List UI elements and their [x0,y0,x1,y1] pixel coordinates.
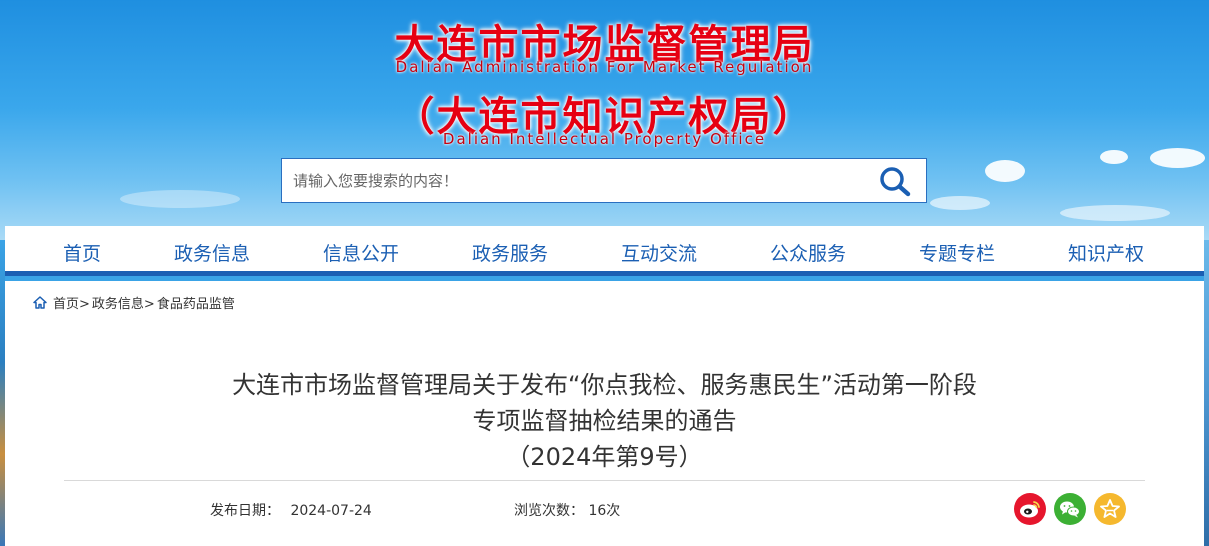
site-subtitle-en: Dalian Intellectual Property Office [442,130,767,148]
article-panel: 首页> 政务信息> 食品药品监管 大连市市场监督管理局关于发布“你点我检、服务惠… [5,281,1204,546]
star-icon [1100,499,1120,518]
share-weibo-button[interactable] [1014,493,1046,525]
share-wechat-button[interactable] [1054,493,1086,525]
nav-item-intellectual-property[interactable]: 知识产权 [1068,239,1144,266]
article-title-line1: 大连市市场监督管理局关于发布“你点我检、服务惠民生”活动第一阶段 [232,371,977,399]
publish-date-value: 2024-07-24 [290,503,372,519]
nav-item-special-topics[interactable]: 专题专栏 [919,239,995,266]
site-title-en: Dalian Administration For Market Regulat… [395,58,814,76]
nav-item-government-info[interactable]: 政务信息 [174,239,250,266]
nav-item-info-disclosure[interactable]: 信息公开 [323,239,399,266]
breadcrumb-food-drug[interactable]: 食品药品监管 [157,293,235,312]
title-divider [64,480,1145,481]
article-title-line2: 专项监督抽检结果的通告 [472,407,737,435]
search-icon [880,167,911,197]
favorite-button[interactable] [1094,493,1126,525]
search-input[interactable] [282,159,862,202]
nav-item-home[interactable]: 首页 [63,239,101,266]
publish-date: 发布日期： 2024-07-24 [210,500,372,520]
search-button[interactable] [878,165,912,197]
article-title: 大连市市场监督管理局关于发布“你点我检、服务惠民生”活动第一阶段 专项监督抽检结… [5,367,1204,475]
wechat-icon [1060,501,1080,518]
publish-date-label: 发布日期： [210,503,280,519]
breadcrumb-government-info[interactable]: 政务信息> [92,293,155,312]
background-strip-right [1204,240,1209,546]
view-count: 浏览次数： 16次 [514,500,620,520]
breadcrumb-home[interactable]: 首页> [53,293,90,312]
search-bar [281,158,927,203]
breadcrumb: 首页> 政务信息> 食品药品监管 [33,293,237,312]
home-icon [33,296,47,309]
article-title-line3: （2024年第9号） [506,443,703,471]
view-count-value: 16次 [588,503,621,519]
main-nav: 首页 政务信息 信息公开 政务服务 互动交流 公众服务 专题专栏 知识产权 [5,226,1204,276]
nav-item-public-services[interactable]: 公众服务 [770,239,846,266]
nav-item-government-services[interactable]: 政务服务 [472,239,548,266]
weibo-icon [1020,501,1040,518]
nav-item-interaction[interactable]: 互动交流 [621,239,697,266]
view-count-label: 浏览次数： [514,503,584,519]
